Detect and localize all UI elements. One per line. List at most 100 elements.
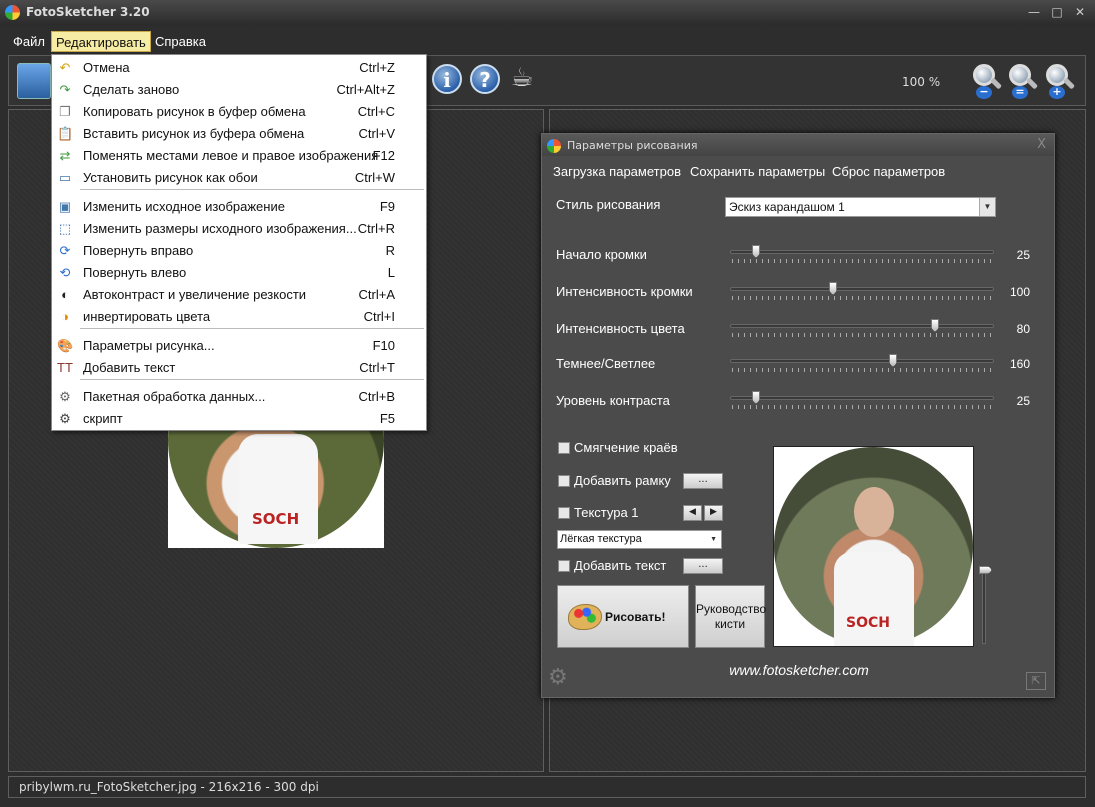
zoom-in-icon[interactable]: + bbox=[1046, 64, 1076, 100]
menu-item-batch[interactable]: ⚙ Пакетная обработка данных... Ctrl+B bbox=[52, 386, 426, 408]
resize-icon: ⬚ bbox=[58, 221, 72, 236]
menu-item-label: Пакетная обработка данных... bbox=[83, 389, 266, 404]
add-text-checkbox[interactable] bbox=[558, 560, 570, 572]
menu-item-shortcut: Ctrl+T bbox=[359, 360, 395, 375]
parameter-slider[interactable] bbox=[730, 391, 994, 411]
texture-checkbox[interactable] bbox=[558, 507, 570, 519]
palette-icon: 🎨 bbox=[57, 338, 74, 353]
menu-item-script[interactable]: ⚙ скрипт F5 bbox=[52, 408, 426, 430]
text-options-button[interactable]: ... bbox=[683, 558, 723, 574]
help-icon[interactable]: ? bbox=[470, 64, 500, 94]
menu-item-wallpaper[interactable]: ▭ Установить рисунок как обои Ctrl+W bbox=[52, 167, 426, 189]
parameter-slider[interactable] bbox=[730, 245, 994, 265]
menu-item-copy[interactable]: ❐ Копировать рисунок в буфер обмена Ctrl+C bbox=[52, 101, 426, 123]
menu-item-label: Изменить исходное изображение bbox=[83, 199, 285, 214]
menu-item-shortcut: L bbox=[387, 265, 395, 280]
smooth-edges-label: Смягчение краёв bbox=[574, 440, 678, 455]
slider-thumb[interactable] bbox=[829, 282, 837, 295]
window-title: FotoSketcher 3.20 bbox=[26, 5, 150, 19]
chevron-down-icon[interactable]: ▼ bbox=[710, 531, 717, 548]
invert-icon: ◑ bbox=[61, 309, 69, 324]
texture-prev-button[interactable]: ◀ bbox=[683, 505, 702, 521]
menu-item-redo[interactable]: ↷ Сделать заново Ctrl+Alt+Z bbox=[52, 79, 426, 101]
style-select[interactable]: Эскиз карандашом 1 ▼ bbox=[725, 197, 996, 217]
source-photo: SOCH bbox=[168, 414, 384, 548]
frame-options-button[interactable]: ... bbox=[683, 473, 723, 489]
menu-item-swap[interactable]: ⇄ Поменять местами левое и правое изображ… bbox=[52, 145, 426, 167]
zoom-out-icon[interactable]: − bbox=[973, 64, 1003, 100]
status-bar: pribylwm.ru_FotoSketcher.jpg - 216x216 -… bbox=[8, 776, 1086, 798]
dialog-title-bar[interactable]: Параметры рисования X bbox=[542, 134, 1054, 156]
menu-item-label: скрипт bbox=[83, 411, 123, 426]
menu-edit[interactable]: Редактировать bbox=[51, 31, 151, 52]
menu-item-text[interactable]: TT Добавить текст Ctrl+T bbox=[52, 357, 426, 379]
save-params-menu[interactable]: Сохранить параметры bbox=[690, 164, 825, 179]
slider-thumb[interactable] bbox=[752, 245, 760, 258]
menu-item-label: Копировать рисунок в буфер обмена bbox=[83, 104, 306, 119]
menu-item-label: Параметры рисунка... bbox=[83, 338, 215, 353]
menu-item-label: Повернуть вправо bbox=[83, 243, 194, 258]
menu-item-invert[interactable]: ◑ инвертировать цвета Ctrl+I bbox=[52, 306, 426, 328]
menu-item-shortcut: Ctrl+W bbox=[354, 170, 395, 185]
menu-file[interactable]: Файл bbox=[9, 31, 49, 52]
style-label: Стиль рисования bbox=[556, 197, 661, 212]
brush-guide-button[interactable]: Руководство кисти bbox=[695, 585, 766, 648]
menu-item-label: Поменять местами левое и правое изображе… bbox=[83, 148, 379, 163]
slider-value: 160 bbox=[1009, 357, 1030, 371]
parameter-slider[interactable] bbox=[730, 354, 994, 374]
zoom-level: 100 % bbox=[902, 75, 941, 89]
menu-item-shortcut: Ctrl+Alt+Z bbox=[336, 82, 395, 97]
title-bar: FotoSketcher 3.20 — □ ✕ bbox=[0, 0, 1095, 25]
slider-value: 100 bbox=[1009, 285, 1030, 299]
slider-thumb[interactable] bbox=[889, 354, 897, 367]
menu-item-edit-image[interactable]: ▣ Изменить исходное изображение F9 bbox=[52, 196, 426, 218]
redo-icon: ↷ bbox=[59, 82, 71, 97]
menu-item-rotate-right[interactable]: ⟳ Повернуть вправо R bbox=[52, 240, 426, 262]
reset-params-menu[interactable]: Сброс параметров bbox=[832, 164, 945, 179]
menu-item-contrast[interactable]: ◐ Автоконтраст и увеличение резкости Ctrl+… bbox=[52, 284, 426, 306]
menu-item-label: Повернуть влево bbox=[83, 265, 187, 280]
info-icon[interactable]: i bbox=[432, 64, 462, 94]
menu-help[interactable]: Справка bbox=[151, 31, 210, 52]
wallpaper-icon: ▭ bbox=[58, 170, 72, 185]
texture-select[interactable]: Лёгкая текстура ▼ bbox=[557, 530, 722, 549]
contrast-icon: ◐ bbox=[61, 287, 69, 302]
open-image-icon[interactable] bbox=[17, 63, 51, 99]
menu-bar: Файл Редактировать Справка bbox=[0, 29, 1095, 53]
menu-item-rotate-left[interactable]: ⟲ Повернуть влево L bbox=[52, 262, 426, 284]
coffee-cup-icon[interactable]: ☕ bbox=[507, 64, 537, 94]
copy-icon: ❐ bbox=[59, 104, 71, 119]
parameter-slider[interactable] bbox=[730, 319, 994, 339]
maximize-button[interactable]: □ bbox=[1048, 4, 1066, 21]
slider-thumb[interactable] bbox=[931, 319, 939, 332]
menu-separator bbox=[80, 328, 424, 329]
parameter-slider[interactable] bbox=[730, 282, 994, 302]
status-text: pribylwm.ru_FotoSketcher.jpg - 216x216 -… bbox=[19, 780, 319, 794]
menu-item-undo[interactable]: ↶ Отмена Ctrl+Z bbox=[52, 57, 426, 79]
chevron-down-icon[interactable]: ▼ bbox=[979, 198, 995, 216]
website-link[interactable]: www.fotosketcher.com bbox=[542, 662, 1056, 678]
smooth-edges-checkbox[interactable] bbox=[558, 442, 570, 454]
resize-icon[interactable]: ⇱ bbox=[1026, 672, 1046, 690]
preview-zoom-slider[interactable] bbox=[979, 566, 992, 646]
menu-item-paste[interactable]: 📋 Вставить рисунок из буфера обмена Ctrl+V bbox=[52, 123, 426, 145]
menu-item-palette[interactable]: 🎨 Параметры рисунка... F10 bbox=[52, 335, 426, 357]
minimize-button[interactable]: — bbox=[1025, 4, 1043, 21]
add-frame-label: Добавить рамку bbox=[574, 473, 671, 488]
slider-thumb[interactable] bbox=[752, 391, 760, 404]
menu-item-shortcut: F10 bbox=[372, 338, 395, 353]
close-button[interactable]: ✕ bbox=[1071, 4, 1089, 21]
load-params-menu[interactable]: Загрузка параметров bbox=[553, 164, 681, 179]
draw-button[interactable]: Рисовать! bbox=[557, 585, 689, 648]
dialog-close-button[interactable]: X bbox=[1037, 137, 1046, 152]
zoom-fit-icon[interactable]: = bbox=[1009, 64, 1039, 100]
slider-label: Интенсивность кромки bbox=[556, 284, 693, 299]
undo-icon: ↶ bbox=[59, 60, 71, 75]
menu-item-shortcut: R bbox=[385, 243, 395, 258]
slider-label: Интенсивность цвета bbox=[556, 321, 685, 336]
menu-item-resize[interactable]: ⬚ Изменить размеры исходного изображения.… bbox=[52, 218, 426, 240]
menu-item-shortcut: Ctrl+V bbox=[358, 126, 395, 141]
menu-item-shortcut: F9 bbox=[379, 199, 395, 214]
add-frame-checkbox[interactable] bbox=[558, 475, 570, 487]
texture-next-button[interactable]: ▶ bbox=[704, 505, 723, 521]
